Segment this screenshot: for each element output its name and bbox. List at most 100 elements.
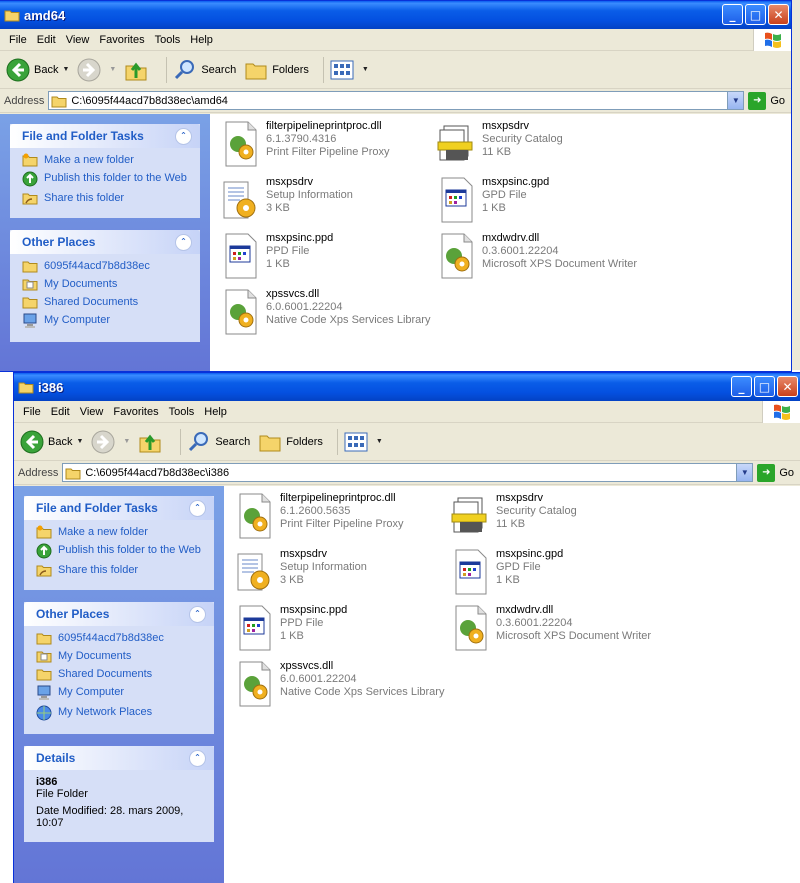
menu-file[interactable]: File [4, 34, 32, 46]
place-my-documents[interactable]: My Documents [22, 278, 190, 291]
place-my-computer[interactable]: My Computer [22, 313, 190, 329]
menu-tools[interactable]: Tools [150, 34, 186, 46]
address-input[interactable]: C:\6095f44acd7b8d38ec\amd64 ▼ [48, 91, 745, 110]
go-button[interactable]: ➜ Go [757, 463, 794, 482]
menu-favorites[interactable]: Favorites [108, 406, 163, 418]
search-button[interactable]: Search [187, 430, 250, 454]
my-computer-icon [23, 313, 37, 328]
collapse-icon[interactable]: ⌃ [189, 499, 206, 517]
address-dropdown-button[interactable]: ▼ [736, 464, 753, 481]
place-shared-documents[interactable]: Shared Documents [36, 668, 204, 681]
minimize-button[interactable]: _ [722, 4, 743, 25]
back-button[interactable]: Back ▼ [20, 430, 83, 454]
address-dropdown-button[interactable]: ▼ [727, 92, 744, 109]
publish-web-icon [22, 171, 38, 187]
file-item[interactable]: msxpsdrv Setup Information 3 KB [220, 176, 435, 228]
menu-favorites[interactable]: Favorites [94, 34, 149, 46]
folder-icon [18, 382, 34, 394]
share-folder-icon [36, 565, 52, 577]
gpd-file-icon [441, 177, 473, 223]
panel-header[interactable]: File and Folder Tasks ⌃ [10, 124, 200, 148]
up-folder-button[interactable] [138, 430, 166, 454]
chevron-down-icon[interactable]: ▼ [109, 66, 116, 73]
file-item[interactable]: mxdwdrv.dll 0.3.6001.22204 Microsoft XPS D… [450, 604, 665, 656]
file-item[interactable]: msxpsinc.ppd PPD File 1 KB [220, 232, 435, 284]
forward-button[interactable]: ▼ [77, 58, 116, 82]
maximize-button[interactable]: □ [754, 376, 775, 397]
back-button[interactable]: Back ▼ [6, 58, 69, 82]
title-bar[interactable]: i386 _ □ ✕ [14, 373, 800, 401]
share-folder-link[interactable]: Share this folder [22, 192, 190, 205]
menu-file[interactable]: File [18, 406, 46, 418]
task-pane: File and Folder Tasks ⌃ Make a new folder… [0, 114, 210, 371]
place-my-computer[interactable]: My Computer [36, 685, 204, 701]
menu-tools[interactable]: Tools [164, 406, 200, 418]
file-item[interactable]: xpssvcs.dll 6.0.6001.22204 Native Code Xps… [234, 660, 449, 712]
menu-help[interactable]: Help [185, 34, 218, 46]
file-item[interactable]: msxpsdrv Security Catalog 11 KB [450, 492, 665, 544]
collapse-icon[interactable]: ⌃ [189, 749, 206, 767]
folders-icon [245, 63, 267, 79]
share-folder-link[interactable]: Share this folder [36, 564, 204, 577]
address-input[interactable]: C:\6095f44acd7b8d38ec\i386 ▼ [62, 463, 754, 482]
panel-header[interactable]: File and Folder Tasks ⌃ [24, 496, 214, 520]
details-modified: Date Modified: 28. mars 2009, 10:07 [36, 805, 184, 829]
toolbar: Back ▼ ▼ Search Folders ▼ [0, 51, 791, 89]
maximize-button[interactable]: □ [745, 4, 766, 25]
menu-view[interactable]: View [61, 34, 95, 46]
file-item[interactable]: msxpsdrv Security Catalog 11 KB [436, 120, 651, 172]
collapse-icon[interactable]: ⌃ [175, 233, 192, 251]
panel-header[interactable]: Details ⌃ [24, 746, 214, 770]
chevron-down-icon[interactable]: ▼ [123, 438, 130, 445]
folder-icon [36, 633, 52, 645]
place-my-documents[interactable]: My Documents [36, 650, 204, 663]
up-folder-button[interactable] [124, 58, 152, 82]
views-icon [344, 432, 368, 451]
chevron-down-icon[interactable]: ▼ [76, 438, 83, 445]
chevron-down-icon[interactable]: ▼ [376, 438, 383, 445]
panel-header[interactable]: Other Places ⌃ [10, 230, 200, 254]
search-button[interactable]: Search [173, 58, 236, 82]
make-new-folder-link[interactable]: Make a new folder [36, 525, 204, 539]
place-parent-folder[interactable]: 6095f44acd7b8d38ec [36, 632, 204, 645]
collapse-icon[interactable]: ⌃ [189, 605, 206, 623]
chevron-down-icon[interactable]: ▼ [362, 66, 369, 73]
collapse-icon[interactable]: ⌃ [175, 127, 192, 145]
place-parent-folder[interactable]: 6095f44acd7b8d38ec [22, 260, 190, 273]
file-item[interactable]: mxdwdrv.dll 0.3.6001.22204 Microsoft XPS D… [436, 232, 651, 284]
close-button[interactable]: ✕ [768, 4, 789, 25]
title-bar[interactable]: amd64 _ □ ✕ [0, 1, 791, 29]
folders-button[interactable]: Folders [258, 431, 323, 453]
file-item[interactable]: msxpsinc.gpd GPD File 1 KB [436, 176, 651, 228]
forward-button[interactable]: ▼ [91, 430, 130, 454]
search-icon [175, 59, 195, 79]
file-item[interactable]: msxpsinc.ppd PPD File 1 KB [234, 604, 449, 656]
file-item[interactable]: msxpsinc.gpd GPD File 1 KB [450, 548, 665, 600]
file-item[interactable]: xpssvcs.dll 6.0.6001.22204 Native Code Xps… [220, 288, 435, 340]
menu-help[interactable]: Help [199, 406, 232, 418]
go-button[interactable]: ➜ Go [748, 91, 785, 110]
file-item[interactable]: filterpipelineprintproc.dll 6.1.3790.4316… [220, 120, 435, 172]
details-name: i386 [36, 776, 58, 788]
folder-icon [65, 468, 81, 479]
menu-view[interactable]: View [75, 406, 109, 418]
views-button[interactable]: ▼ [344, 432, 383, 452]
place-my-network-places[interactable]: My Network Places [36, 705, 204, 721]
close-button[interactable]: ✕ [777, 376, 798, 397]
panel-header[interactable]: Other Places ⌃ [24, 602, 214, 626]
menu-edit[interactable]: Edit [46, 406, 75, 418]
make-new-folder-link[interactable]: Make a new folder [22, 153, 190, 167]
file-item[interactable]: msxpsdrv Setup Information 3 KB [234, 548, 449, 600]
publish-folder-link[interactable]: Publish this folder to the Web [22, 171, 190, 187]
menu-edit[interactable]: Edit [32, 34, 61, 46]
new-folder-icon [36, 525, 52, 539]
file-folder-tasks-panel: File and Folder Tasks ⌃ Make a new folder… [24, 496, 214, 590]
file-item[interactable]: filterpipelineprintproc.dll 6.1.2600.5635… [234, 492, 449, 544]
publish-folder-link[interactable]: Publish this folder to the Web [36, 543, 204, 559]
place-shared-documents[interactable]: Shared Documents [22, 296, 190, 309]
folders-button[interactable]: Folders [244, 59, 309, 81]
chevron-down-icon[interactable]: ▼ [62, 66, 69, 73]
minimize-button[interactable]: _ [731, 376, 752, 397]
folder-icon [22, 261, 38, 273]
views-button[interactable]: ▼ [330, 60, 369, 80]
